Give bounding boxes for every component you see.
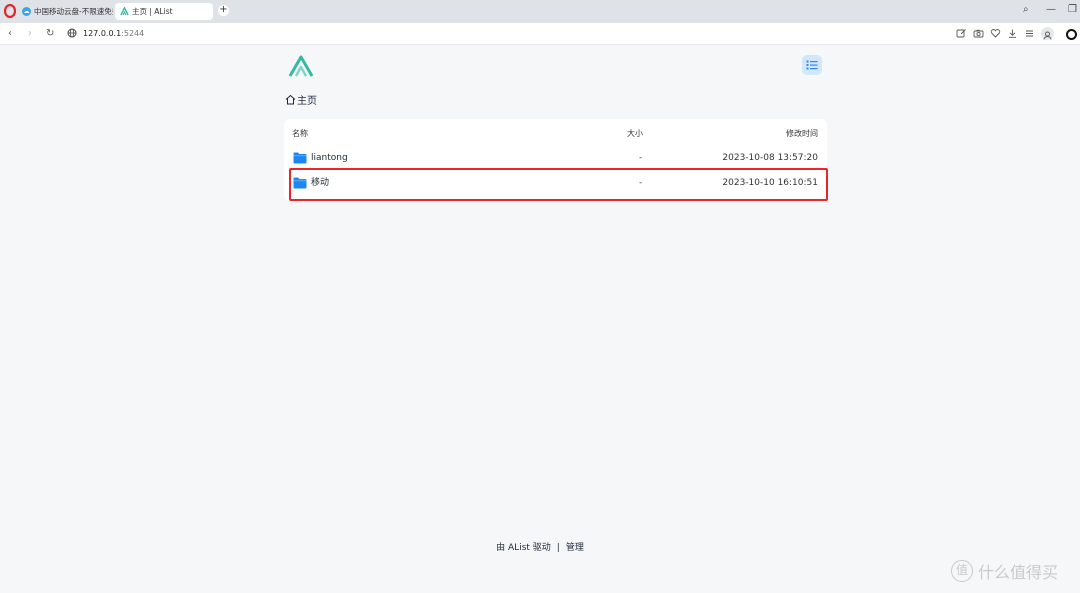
profile-button[interactable] (1041, 27, 1054, 40)
folder-icon (293, 152, 307, 164)
footer: 由 AList 驱动 | 管理 (0, 540, 1080, 553)
reload-icon[interactable]: ↻ (46, 27, 54, 40)
smzdm-watermark: 值 什么值得买 (951, 559, 1058, 583)
file-row[interactable]: liantong - 2023-10-08 13:57:20 (284, 145, 827, 171)
opera-sidebar-icon[interactable] (1066, 29, 1077, 40)
minimize-icon[interactable]: — (1046, 3, 1056, 17)
download-icon[interactable] (1007, 28, 1018, 39)
tab-alist-home[interactable]: 主页 | AList (115, 3, 213, 20)
url-port: :5244 (121, 29, 145, 38)
tab-title: 中国移动云盘-不限速免费 (34, 7, 113, 16)
tab-china-mobile-cloud[interactable]: ☁ 中国移动云盘-不限速免费 (19, 3, 113, 20)
restore-icon[interactable]: ❐ (1068, 3, 1077, 17)
cloud-icon: ☁ (22, 7, 31, 16)
user-icon (1043, 31, 1052, 40)
edit-icon[interactable] (956, 28, 967, 39)
new-tab-button[interactable]: + (218, 5, 229, 16)
file-list: 名称 大小 修改时间 liantong - 2023-10-08 13:57:2… (284, 119, 827, 201)
file-size: - (639, 178, 643, 188)
browser-address-bar: ‹ › ↻ 127.0.0.1:5244 (0, 23, 1080, 45)
watermark-badge: 值 (951, 560, 973, 582)
file-name: liantong (311, 153, 348, 163)
globe-icon (67, 28, 77, 38)
url-field[interactable]: 127.0.0.1:5244 (83, 28, 144, 39)
file-list-header: 名称 大小 修改时间 (284, 119, 827, 145)
heart-icon[interactable] (990, 28, 1001, 39)
opera-logo-icon[interactable] (4, 4, 16, 18)
powered-by-text: 由 AList 驱动 (496, 543, 551, 553)
layout-toggle-button[interactable] (802, 55, 822, 75)
watermark-text: 什么值得买 (978, 563, 1059, 582)
breadcrumb[interactable]: 主页 (285, 92, 317, 107)
camera-icon[interactable] (973, 28, 984, 39)
search-tabs-icon[interactable]: ⌕ (1023, 3, 1029, 17)
file-size: - (639, 153, 643, 163)
file-mtime: 2023-10-08 13:57:20 (722, 153, 818, 163)
forward-icon[interactable]: › (28, 27, 32, 40)
folder-icon (293, 177, 307, 189)
tab-title: 主页 | AList (132, 7, 173, 16)
home-icon (285, 94, 296, 104)
file-name: 移动 (311, 178, 330, 188)
admin-link[interactable]: 管理 (566, 543, 584, 553)
browser-tab-strip: ☁ 中国移动云盘-不限速免费 主页 | AList + ⌕ — ❐ (0, 0, 1080, 23)
alist-logo[interactable] (288, 54, 314, 78)
footer-separator: | (556, 543, 560, 553)
menu-icon[interactable] (1024, 28, 1035, 39)
url-host: 127.0.0.1 (83, 29, 122, 38)
alist-logo-icon (120, 7, 129, 16)
breadcrumb-home-label: 主页 (297, 95, 317, 107)
column-header-name[interactable]: 名称 (292, 128, 308, 139)
column-header-mtime[interactable]: 修改时间 (786, 128, 818, 139)
back-icon[interactable]: ‹ (8, 27, 12, 40)
file-mtime: 2023-10-10 16:10:51 (722, 178, 818, 188)
file-row[interactable]: 移动 - 2023-10-10 16:10:51 (284, 170, 827, 196)
list-view-icon (806, 60, 818, 70)
column-header-size[interactable]: 大小 (627, 128, 643, 139)
